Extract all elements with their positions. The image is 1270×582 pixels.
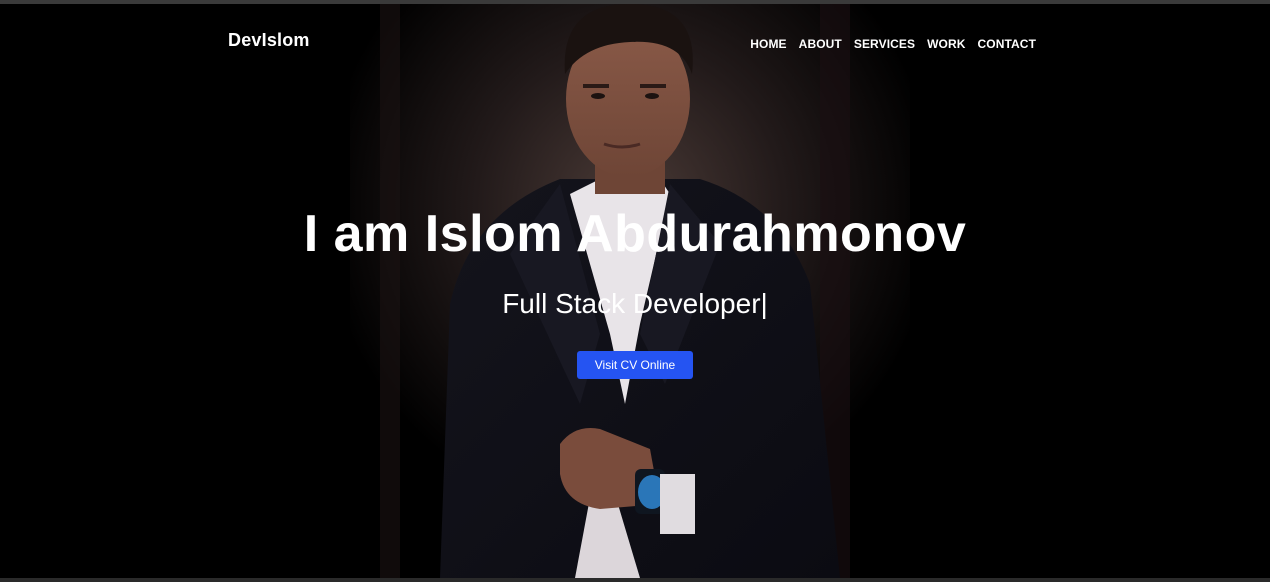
brand-logo[interactable]: DevIslom	[228, 30, 310, 51]
nav-contact[interactable]: CONTACT	[978, 37, 1036, 51]
hero-section: DevIslom HOME ABOUT SERVICES WORK CONTAC…	[0, 4, 1270, 578]
visit-cv-button[interactable]: Visit CV Online	[577, 351, 693, 379]
hero-subtitle-text: Full Stack Developer	[502, 288, 761, 319]
nav-about[interactable]: ABOUT	[799, 37, 842, 51]
bottom-border	[0, 578, 1270, 582]
main-nav: HOME ABOUT SERVICES WORK CONTACT	[750, 37, 1036, 51]
nav-work[interactable]: WORK	[927, 37, 965, 51]
typing-cursor: |	[760, 288, 768, 319]
nav-services[interactable]: SERVICES	[854, 37, 915, 51]
hero-title: I am Islom Abdurahmonov	[303, 205, 967, 263]
nav-home[interactable]: HOME	[750, 37, 786, 51]
hero-subtitle: Full Stack Developer|	[0, 288, 1270, 320]
